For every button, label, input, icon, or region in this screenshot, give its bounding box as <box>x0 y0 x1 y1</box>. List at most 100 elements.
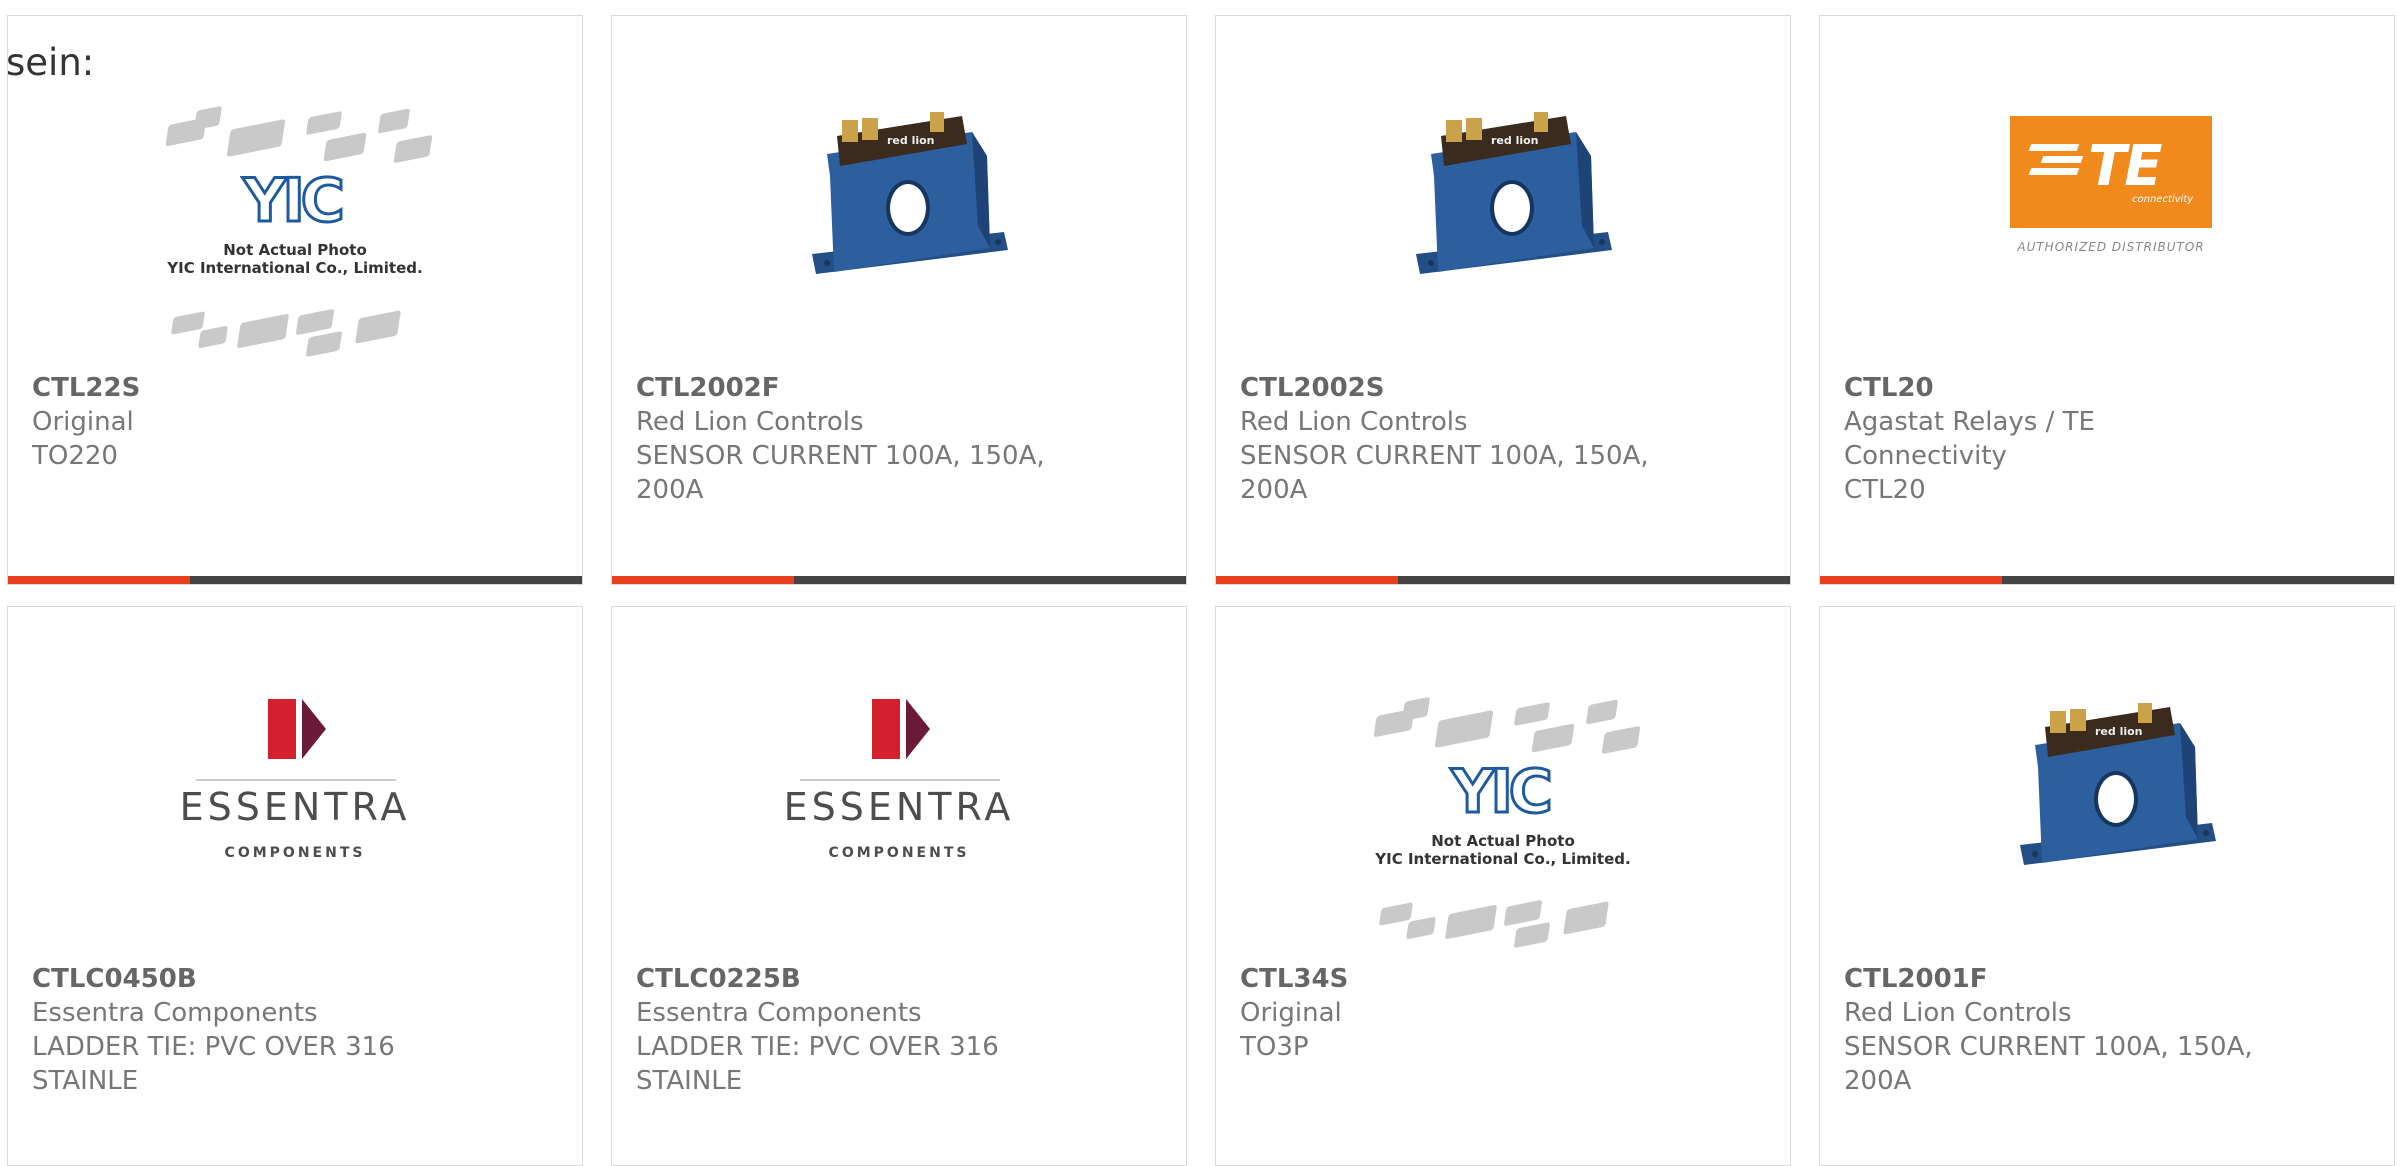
chip-icon <box>1503 899 1543 927</box>
essentra-mark-right <box>906 699 930 759</box>
product-card[interactable]: ESSENTRA COMPONENTS CTLC0225B Essentra Comp… <box>611 606 1187 1166</box>
product-info: CTL34S Original TO3P <box>1240 962 1660 1064</box>
essentra-mark-right <box>302 699 326 759</box>
essentra-logo-sub: COMPONENTS <box>828 845 970 861</box>
essentra-rule <box>800 779 1000 781</box>
chip-icon <box>295 308 335 336</box>
product-description: SENSOR CURRENT 100A, 150A, 200A <box>636 441 1045 505</box>
sensor-brand-label: red lion <box>1491 134 1539 147</box>
product-part-number[interactable]: CTL2002F <box>636 371 1056 405</box>
product-description: LADDER TIE: PVC OVER 316 STAINLE <box>636 1032 999 1096</box>
te-stripe <box>2028 168 2080 175</box>
product-part-number[interactable]: CTL2001F <box>1844 962 2264 996</box>
chip-icon <box>1513 921 1551 949</box>
product-info: CTL2002F Red Lion Controls SENSOR CURRENT … <box>636 371 1056 507</box>
product-manufacturer: Essentra Components <box>32 998 318 1028</box>
chip-icon <box>1434 709 1494 749</box>
product-part-number[interactable]: CTL2002S <box>1240 371 1660 405</box>
product-manufacturer: Original <box>32 407 134 437</box>
product-part-number[interactable]: CTL34S <box>1240 962 1660 996</box>
not-actual-photo-image: YIC Not Actual Photo YIC International Co.… <box>1216 607 1790 952</box>
chip-icon <box>305 110 343 136</box>
product-info: CTLC0450B Essentra Components LADDER TIE: … <box>32 962 452 1098</box>
yic-company-caption: YIC International Co., Limited. <box>167 259 423 277</box>
product-part-number[interactable]: CTL22S <box>32 371 452 405</box>
card-bottom-bar <box>8 576 582 584</box>
product-card[interactable]: YIC Not Actual Photo YIC International Co.… <box>7 15 583 585</box>
product-card[interactable]: red lion CTL2001F Red Lion Controls SENSOR… <box>1819 606 2395 1166</box>
product-manufacturer: Original <box>1240 998 1342 1028</box>
chip-icon <box>393 134 433 164</box>
chip-icon <box>236 313 290 349</box>
essentra-logo-text: ESSENTRA <box>179 785 411 829</box>
product-manufacturer: Red Lion Controls <box>1844 998 2072 1028</box>
te-stripe <box>2028 144 2080 151</box>
product-description: TO3P <box>1240 1032 1309 1062</box>
product-part-number[interactable]: CTLC0225B <box>636 962 1056 996</box>
essentra-logo-sub: COMPONENTS <box>224 845 366 861</box>
product-image[interactable]: red lion <box>612 16 1186 361</box>
product-part-number[interactable]: CTL20 <box>1844 371 2264 405</box>
chip-icon <box>197 325 229 349</box>
current-sensor-image: red lion <box>812 112 1008 274</box>
not-actual-photo-caption: Not Actual Photo <box>1431 832 1575 850</box>
product-manufacturer: Red Lion Controls <box>636 407 864 437</box>
card-bottom-bar <box>1216 576 1790 584</box>
sensor-brand-label: red lion <box>2095 725 2143 738</box>
essentra-logo: ESSENTRA COMPONENTS <box>8 607 582 952</box>
product-card[interactable]: YIC Not Actual Photo YIC International Co.… <box>1215 606 1791 1166</box>
product-description: TO220 <box>32 441 118 471</box>
chip-icon <box>305 330 343 358</box>
te-logo-sub: connectivity <box>2132 194 2194 205</box>
chip-icon <box>1401 696 1431 722</box>
not-actual-photo-caption: Not Actual Photo <box>223 241 367 259</box>
product-image[interactable]: TE connectivity AUTHORIZED DISTRIBUTOR <box>1820 16 2394 361</box>
chip-icon <box>1601 725 1641 755</box>
product-image[interactable]: red lion <box>1820 607 2394 952</box>
card-bottom-bar <box>1820 576 2394 584</box>
chip-icon <box>226 118 286 158</box>
yic-logo: YIC <box>242 165 347 238</box>
card-bar-accent <box>8 576 190 584</box>
product-image[interactable]: ESSENTRA COMPONENTS <box>612 607 1186 952</box>
product-description: SENSOR CURRENT 100A, 150A, 200A <box>1240 441 1649 505</box>
product-image[interactable]: red lion <box>1216 16 1790 361</box>
essentra-mark-left <box>872 699 900 759</box>
card-bottom-bar <box>612 576 1186 584</box>
product-image[interactable]: ESSENTRA COMPONENTS <box>8 607 582 952</box>
chip-icon <box>1585 699 1619 725</box>
product-info: CTL2002S Red Lion Controls SENSOR CURRENT … <box>1240 371 1660 507</box>
product-card[interactable]: red lion CTL2002F Red Lion Controls SENSOR… <box>611 15 1187 585</box>
chip-icon <box>193 105 223 131</box>
current-sensor-image: red lion <box>1416 112 1612 274</box>
product-description: CTL20 <box>1844 475 1926 505</box>
card-bar-accent <box>612 576 794 584</box>
chip-icon <box>1444 904 1498 940</box>
product-part-number[interactable]: CTLC0450B <box>32 962 452 996</box>
chip-icon <box>1513 701 1551 727</box>
authorized-distributor-label: AUTHORIZED DISTRIBUTOR <box>2017 240 2205 254</box>
sensor-brand-label: red lion <box>887 134 935 147</box>
product-manufacturer: Essentra Components <box>636 998 922 1028</box>
chip-icon <box>1562 901 1610 935</box>
yic-logo: YIC <box>1450 756 1555 829</box>
product-info: CTL2001F Red Lion Controls SENSOR CURRENT … <box>1844 962 2264 1098</box>
yic-company-caption: YIC International Co., Limited. <box>1375 850 1631 868</box>
intro-text: sein: <box>6 41 95 84</box>
product-card[interactable]: ESSENTRA COMPONENTS CTLC0450B Essentra Comp… <box>7 606 583 1166</box>
current-sensor-image: red lion <box>2020 703 2216 865</box>
product-card[interactable]: red lion CTL2002S Red Lion Controls SENSOR… <box>1215 15 1791 585</box>
card-bar-accent <box>1820 576 2002 584</box>
product-card[interactable]: TE connectivity AUTHORIZED DISTRIBUTOR CTL2… <box>1819 15 2395 585</box>
card-bar-accent <box>1216 576 1398 584</box>
chip-icon <box>354 310 402 344</box>
te-logo-text: TE <box>2088 134 2162 199</box>
chip-icon <box>323 132 367 162</box>
product-image[interactable]: YIC Not Actual Photo YIC International Co.… <box>1216 607 1790 952</box>
product-info: CTL20 Agastat Relays / TE Connectivity CTL… <box>1844 371 2264 507</box>
chip-icon <box>1531 723 1575 753</box>
product-info: CTLC0225B Essentra Components LADDER TIE: … <box>636 962 1056 1098</box>
product-description: LADDER TIE: PVC OVER 316 STAINLE <box>32 1032 395 1096</box>
te-connectivity-logo: TE connectivity AUTHORIZED DISTRIBUTOR <box>1820 16 2394 361</box>
chip-icon <box>377 108 411 134</box>
